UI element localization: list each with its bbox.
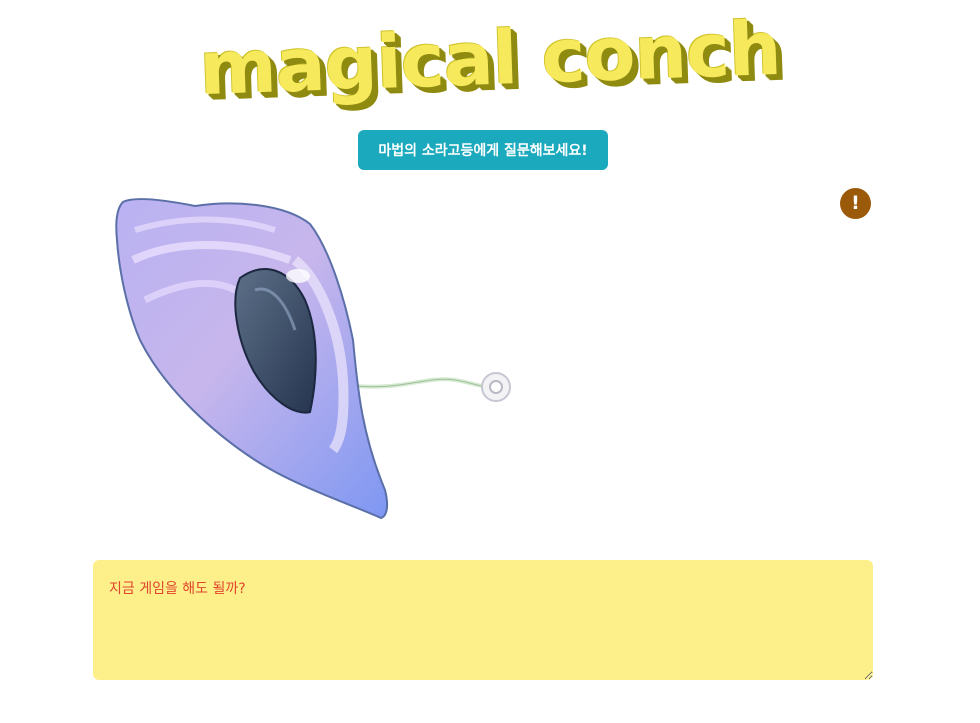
conch-shell-icon[interactable] (105, 190, 525, 525)
alert-icon[interactable]: ! (840, 188, 871, 219)
magical-conch-logo: magical conch (198, 5, 782, 113)
page: magical conch 마법의 소라고등에게 질문해보세요! ! 지금 게임… (0, 0, 980, 723)
ask-conch-button[interactable]: 마법의 소라고등에게 질문해보세요! (358, 130, 608, 170)
question-input[interactable]: 지금 게임을 해도 될까? (93, 560, 873, 680)
